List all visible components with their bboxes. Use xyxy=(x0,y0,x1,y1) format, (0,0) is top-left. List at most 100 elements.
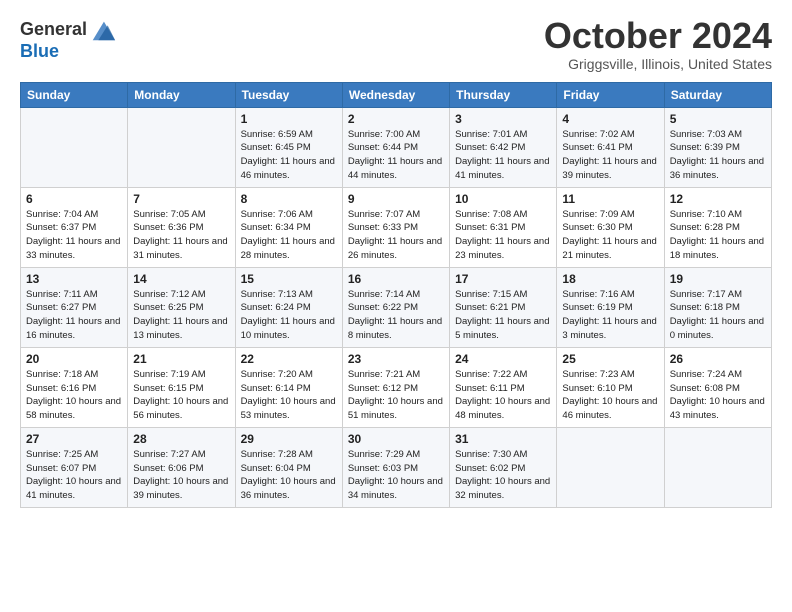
day-info: Sunrise: 7:00 AMSunset: 6:44 PMDaylight:… xyxy=(348,128,444,183)
daylight: Daylight: 10 hours and 36 minutes. xyxy=(241,476,336,501)
sunrise: Sunrise: 7:29 AM xyxy=(348,449,420,460)
daylight: Daylight: 11 hours and 36 minutes. xyxy=(670,156,764,181)
sunset: Sunset: 6:11 PM xyxy=(455,383,525,394)
day-info: Sunrise: 7:11 AMSunset: 6:27 PMDaylight:… xyxy=(26,288,122,343)
calendar-cell xyxy=(21,107,128,187)
calendar-cell xyxy=(128,107,235,187)
sunrise: Sunrise: 7:02 AM xyxy=(562,129,634,140)
day-info: Sunrise: 7:22 AMSunset: 6:11 PMDaylight:… xyxy=(455,368,551,423)
day-number: 20 xyxy=(26,352,122,366)
calendar-cell: 17Sunrise: 7:15 AMSunset: 6:21 PMDayligh… xyxy=(450,267,557,347)
sunset: Sunset: 6:24 PM xyxy=(241,302,311,313)
day-number: 15 xyxy=(241,272,337,286)
sunrise: Sunrise: 7:11 AM xyxy=(26,289,98,300)
calendar-cell: 26Sunrise: 7:24 AMSunset: 6:08 PMDayligh… xyxy=(664,347,771,427)
sunrise: Sunrise: 7:24 AM xyxy=(670,369,742,380)
week-row-1: 1 Sunrise: 6:59 AMSunset: 6:45 PMDaylight… xyxy=(21,107,772,187)
sunrise: Sunrise: 7:25 AM xyxy=(26,449,98,460)
day-info: Sunrise: 7:12 AM Sunset: 6:25 PM Daylight:… xyxy=(133,288,229,343)
calendar-cell: 22 Sunrise: 7:20 AMSunset: 6:14 PMDayligh… xyxy=(235,347,342,427)
day-info: Sunrise: 7:04 AMSunset: 6:37 PMDaylight:… xyxy=(26,208,122,263)
sunset: Sunset: 6:18 PM xyxy=(670,302,740,313)
calendar-cell: 2Sunrise: 7:00 AMSunset: 6:44 PMDaylight… xyxy=(342,107,449,187)
sunrise: Sunrise: 7:03 AM xyxy=(670,129,742,140)
week-row-4: 20Sunrise: 7:18 AMSunset: 6:16 PMDayligh… xyxy=(21,347,772,427)
daylight: Daylight: 11 hours and 10 minutes. xyxy=(241,316,335,341)
daylight: Daylight: 11 hours and 33 minutes. xyxy=(26,236,120,261)
day-number: 23 xyxy=(348,352,444,366)
day-info: Sunrise: 7:27 AMSunset: 6:06 PMDaylight:… xyxy=(133,448,229,503)
sunrise: Sunrise: 7:12 AM xyxy=(133,289,205,300)
day-info: Sunrise: 7:08 AMSunset: 6:31 PMDaylight:… xyxy=(455,208,551,263)
logo: General Blue xyxy=(20,16,117,62)
sunrise: Sunrise: 7:30 AM xyxy=(455,449,527,460)
sunset: Sunset: 6:07 PM xyxy=(26,463,96,474)
weekday-header-thursday: Thursday xyxy=(450,82,557,107)
day-number: 11 xyxy=(562,192,658,206)
weekday-header-sunday: Sunday xyxy=(21,82,128,107)
day-info: Sunrise: 7:19 AMSunset: 6:15 PMDaylight:… xyxy=(133,368,229,423)
daylight: Daylight: 11 hours and 18 minutes. xyxy=(670,236,764,261)
daylight: Daylight: 11 hours and 0 minutes. xyxy=(670,316,764,341)
day-number: 8 xyxy=(241,192,337,206)
sunset: Sunset: 6:03 PM xyxy=(348,463,418,474)
day-info: Sunrise: 7:28 AMSunset: 6:04 PMDaylight:… xyxy=(241,448,337,503)
calendar-cell: 31Sunrise: 7:30 AMSunset: 6:02 PMDayligh… xyxy=(450,427,557,507)
weekday-header-tuesday: Tuesday xyxy=(235,82,342,107)
calendar-cell: 11 Sunrise: 7:09 AMSunset: 6:30 PMDayligh… xyxy=(557,187,664,267)
calendar-cell: 21Sunrise: 7:19 AMSunset: 6:15 PMDayligh… xyxy=(128,347,235,427)
sunrise: Sunrise: 7:23 AM xyxy=(562,369,634,380)
sunset: Sunset: 6:02 PM xyxy=(455,463,525,474)
sunset: Sunset: 6:44 PM xyxy=(348,142,418,153)
day-info: Sunrise: 7:21 AMSunset: 6:12 PMDaylight:… xyxy=(348,368,444,423)
day-info: Sunrise: 7:06 AMSunset: 6:34 PMDaylight:… xyxy=(241,208,337,263)
daylight: Daylight: 11 hours and 26 minutes. xyxy=(348,236,442,261)
calendar-cell: 12Sunrise: 7:10 AMSunset: 6:28 PMDayligh… xyxy=(664,187,771,267)
day-info: Sunrise: 7:03 AMSunset: 6:39 PMDaylight:… xyxy=(670,128,766,183)
calendar-cell xyxy=(557,427,664,507)
sunset: Sunset: 6:10 PM xyxy=(562,383,632,394)
sunset: Sunset: 6:27 PM xyxy=(26,302,96,313)
weekday-header-wednesday: Wednesday xyxy=(342,82,449,107)
daylight: Daylight: 10 hours and 39 minutes. xyxy=(133,476,228,501)
day-info: Sunrise: 7:17 AMSunset: 6:18 PMDaylight:… xyxy=(670,288,766,343)
day-number: 22 xyxy=(241,352,337,366)
calendar-cell: 6 Sunrise: 7:04 AMSunset: 6:37 PMDaylight… xyxy=(21,187,128,267)
sunrise: Sunrise: 7:19 AM xyxy=(133,369,205,380)
calendar-cell: 29 Sunrise: 7:28 AMSunset: 6:04 PMDayligh… xyxy=(235,427,342,507)
sunrise: Sunrise: 7:08 AM xyxy=(455,209,527,220)
day-info: Sunrise: 7:20 AMSunset: 6:14 PMDaylight:… xyxy=(241,368,337,423)
daylight: Daylight: 11 hours and 39 minutes. xyxy=(562,156,656,181)
sunrise: Sunrise: 7:00 AM xyxy=(348,129,420,140)
sunrise: Sunrise: 6:59 AM xyxy=(241,129,313,140)
week-row-5: 27Sunrise: 7:25 AMSunset: 6:07 PMDayligh… xyxy=(21,427,772,507)
day-info: Sunrise: 7:16 AMSunset: 6:19 PMDaylight:… xyxy=(562,288,658,343)
calendar-cell: 7Sunrise: 7:05 AMSunset: 6:36 PMDaylight… xyxy=(128,187,235,267)
daylight: Daylight: 10 hours and 56 minutes. xyxy=(133,396,228,421)
day-info: Sunrise: 7:30 AMSunset: 6:02 PMDaylight:… xyxy=(455,448,551,503)
day-number: 6 xyxy=(26,192,122,206)
location: Griggsville, Illinois, United States xyxy=(544,56,772,72)
sunset: Sunset: 6:08 PM xyxy=(670,383,740,394)
sunrise: Sunrise: 7:09 AM xyxy=(562,209,634,220)
calendar-cell: 9Sunrise: 7:07 AMSunset: 6:33 PMDaylight… xyxy=(342,187,449,267)
sunset: Sunset: 6:25 PM xyxy=(133,302,203,313)
weekday-header-friday: Friday xyxy=(557,82,664,107)
daylight: Daylight: 11 hours and 3 minutes. xyxy=(562,316,656,341)
calendar-cell: 20Sunrise: 7:18 AMSunset: 6:16 PMDayligh… xyxy=(21,347,128,427)
day-number: 26 xyxy=(670,352,766,366)
day-info: Sunrise: 7:09 AMSunset: 6:30 PMDaylight:… xyxy=(562,208,658,263)
weekday-header-monday: Monday xyxy=(128,82,235,107)
day-info: Sunrise: 6:59 AMSunset: 6:45 PMDaylight:… xyxy=(241,128,337,183)
day-number: 13 xyxy=(26,272,122,286)
daylight: Daylight: 10 hours and 46 minutes. xyxy=(562,396,657,421)
day-number: 1 xyxy=(241,112,337,126)
calendar-cell: 18Sunrise: 7:16 AMSunset: 6:19 PMDayligh… xyxy=(557,267,664,347)
sunrise: Sunrise: 7:13 AM xyxy=(241,289,313,300)
day-number: 28 xyxy=(133,432,229,446)
sunrise: Sunrise: 7:14 AM xyxy=(348,289,420,300)
daylight: Daylight: 11 hours and 31 minutes. xyxy=(133,236,227,261)
daylight: Daylight: 11 hours and 13 minutes. xyxy=(133,316,227,341)
calendar-cell: 15 Sunrise: 7:13 AM Sunset: 6:24 PM Dayligh… xyxy=(235,267,342,347)
day-number: 29 xyxy=(241,432,337,446)
